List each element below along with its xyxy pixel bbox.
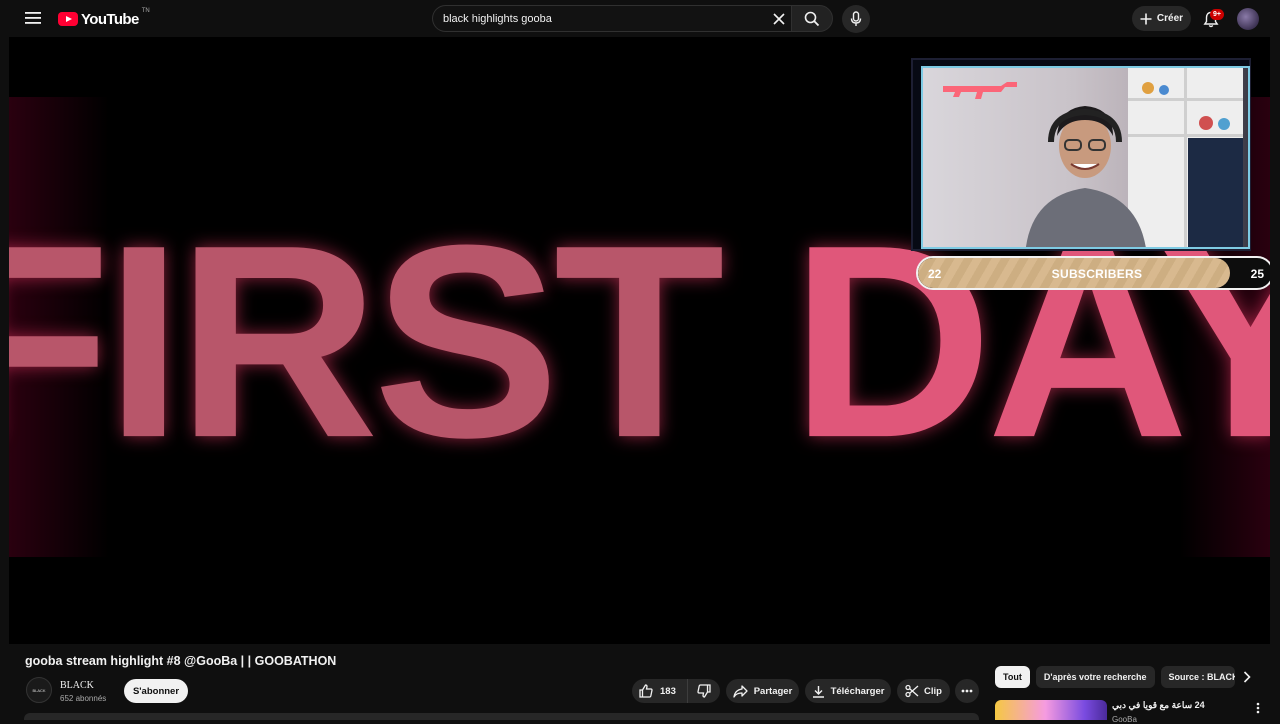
guide-menu-button[interactable] (21, 6, 45, 30)
mic-icon (850, 11, 862, 26)
channel-subscriber-count: 652 abonnés (60, 694, 107, 703)
like-count: 183 (660, 685, 676, 697)
recommendation-thumbnail[interactable] (995, 700, 1107, 720)
chips-scroll-next-button[interactable] (1238, 668, 1256, 686)
like-button[interactable]: 183 (632, 679, 688, 703)
subscribe-button[interactable]: S'abonner (124, 679, 188, 703)
more-actions-button[interactable] (955, 679, 979, 703)
webcam-overlay (911, 58, 1251, 251)
related-filter-chips: Tout D'après votre recherche Source : BL… (995, 666, 1235, 688)
channel-avatar[interactable]: BLACK (26, 677, 52, 703)
overlay-title-first: FIRST (9, 189, 791, 495)
chip-all[interactable]: Tout (995, 666, 1030, 688)
plus-icon (1140, 13, 1152, 24)
subscriber-goal-target: 25 (1250, 267, 1264, 281)
notification-badge: 9+ (1210, 9, 1224, 20)
chevron-right-icon (1243, 671, 1251, 683)
share-label: Partager (753, 685, 793, 697)
download-label: Télécharger (830, 685, 885, 697)
search-box (432, 5, 791, 32)
more-vertical-icon (1256, 702, 1260, 714)
streamer-figure (1025, 106, 1146, 247)
youtube-logo[interactable]: YouTube TN (58, 8, 150, 29)
hamburger-icon (25, 12, 41, 24)
subscriber-goal-bar: 22 SUBSCRIBERS 25 (916, 256, 1270, 290)
search-clear-button[interactable] (769, 9, 789, 29)
recommendation-menu-button[interactable] (1252, 700, 1264, 716)
voice-search-button[interactable] (842, 5, 870, 33)
download-icon (812, 685, 824, 698)
share-icon (733, 684, 748, 698)
logo-wordmark: YouTube (81, 10, 139, 28)
scissors-icon (905, 684, 919, 698)
like-dislike-group: 183 (632, 679, 720, 703)
search-input[interactable] (443, 6, 753, 31)
youtube-play-icon (58, 12, 78, 26)
account-avatar[interactable] (1237, 8, 1259, 30)
masthead: YouTube TN Créer 9+ (0, 0, 1280, 37)
search-button[interactable] (791, 5, 833, 32)
clip-button[interactable]: Clip (897, 679, 950, 703)
neon-rifle-sign (943, 82, 1017, 99)
channel-name[interactable]: BLACK (60, 680, 94, 691)
webcam-feed (921, 66, 1250, 249)
search-icon (804, 11, 820, 26)
channel-avatar-text: BLACK (32, 687, 46, 693)
video-title: gooba stream highlight #8 @GooBa | | GOO… (25, 654, 337, 668)
download-button[interactable]: Télécharger (805, 679, 891, 703)
description-box[interactable] (24, 713, 979, 720)
recommendation-title[interactable]: 24 ساعة مع قويا في دبي (1112, 700, 1232, 711)
subscriber-goal-label: SUBSCRIBERS (1051, 267, 1143, 281)
logo-region-code: TN (141, 8, 150, 14)
thumbs-down-icon (697, 684, 711, 698)
create-button[interactable]: Créer (1132, 6, 1191, 31)
close-icon (773, 13, 785, 25)
thumbs-up-icon (639, 684, 653, 698)
dislike-button[interactable] (688, 679, 720, 703)
clip-label: Clip (924, 685, 942, 697)
video-player[interactable]: FIRST DAY 22 SUBSCRIBERS 25 (9, 37, 1270, 644)
share-button[interactable]: Partager (726, 679, 799, 703)
create-label: Créer (1156, 13, 1184, 24)
more-horizontal-icon (961, 689, 973, 693)
chip-source[interactable]: Source : BLACK (1160, 666, 1235, 688)
chip-from-search[interactable]: D'après votre recherche (1035, 666, 1155, 688)
